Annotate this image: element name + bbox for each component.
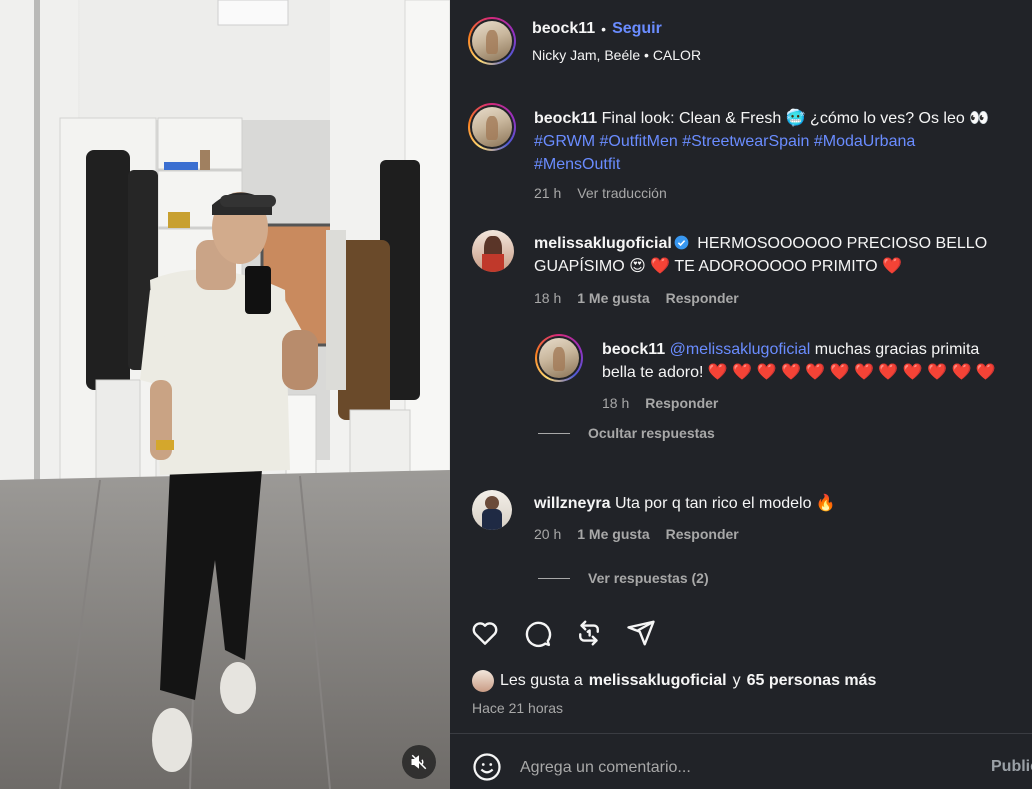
comment-text: Uta por q tan rico el modelo 🔥 <box>614 495 836 512</box>
hashtag[interactable]: #MensOutfit <box>534 156 620 173</box>
publish-button[interactable]: Publicar <box>991 758 1032 776</box>
caption-meta: 21 h Ver traducción <box>534 185 667 201</box>
mute-button[interactable] <box>402 745 436 779</box>
post-photo[interactable] <box>0 0 450 789</box>
action-bar <box>470 618 656 648</box>
hide-replies-toggle[interactable]: Ocultar respuestas <box>538 425 715 441</box>
author-username[interactable]: beock11 <box>532 20 595 38</box>
divider-line <box>538 577 570 579</box>
reply-avatar[interactable] <box>535 334 583 382</box>
hashtag[interactable]: #GRWM <box>534 133 595 150</box>
author-avatar[interactable] <box>468 17 516 65</box>
view-replies-toggle[interactable]: Ver respuestas (2) <box>538 570 709 586</box>
comment-meta: 18 h 1 Me gusta Responder <box>534 290 739 306</box>
hide-replies-label: Ocultar respuestas <box>588 425 715 441</box>
comment-meta: 20 h 1 Me gusta Responder <box>534 526 739 542</box>
comment-time[interactable]: 20 h <box>534 526 561 542</box>
reply: beock11 @melissaklugoficial muchas graci… <box>602 338 1012 384</box>
comment-likes[interactable]: 1 Me gusta <box>577 526 649 542</box>
see-translation-link[interactable]: Ver traducción <box>577 185 667 201</box>
likes-connector: y <box>732 672 741 689</box>
likes-summary: Les gusta a melissaklugoficial y 65 pers… <box>472 670 876 692</box>
speaker-muted-icon <box>410 753 428 771</box>
reply-meta: 18 h Responder <box>602 395 718 411</box>
comment: willzneyra Uta por q tan rico el modelo … <box>534 492 1004 515</box>
hashtag[interactable]: #OutfitMen <box>600 133 678 150</box>
comment-username[interactable]: willzneyra <box>534 495 610 512</box>
post-header: beock11 • Seguir Nicky Jam, Beéle • CALO… <box>450 0 1032 86</box>
comment-icon[interactable] <box>522 618 552 648</box>
post-time[interactable]: Hace 21 horas <box>472 700 563 716</box>
share-icon[interactable] <box>626 618 656 648</box>
post-details-panel: beock11 • Seguir Nicky Jam, Beéle • CALO… <box>450 0 1032 789</box>
likes-user[interactable]: melissaklugoficial <box>589 672 727 690</box>
reply-mention[interactable]: @melissaklugoficial <box>670 341 811 358</box>
liker-avatar[interactable] <box>472 670 494 692</box>
reply-button[interactable]: Responder <box>666 526 739 542</box>
photo-illustration <box>0 0 450 789</box>
reply-username[interactable]: beock11 <box>602 341 665 358</box>
comment: melissaklugoficial HERMOSOOOOOO PRECIOSO… <box>534 232 1004 278</box>
likes-others[interactable]: 65 personas más <box>747 672 877 690</box>
commenter-avatar[interactable] <box>472 490 512 530</box>
reply-time[interactable]: 18 h <box>602 395 629 411</box>
caption: beock11 Final look: Clean & Fresh 🥶 ¿cóm… <box>534 107 1018 176</box>
divider-line <box>538 432 570 434</box>
comment-input[interactable] <box>520 753 970 783</box>
caption-time[interactable]: 21 h <box>534 185 561 201</box>
header-separator: • <box>601 21 607 37</box>
verified-badge-icon <box>674 234 689 250</box>
likes-prefix: Les gusta a <box>500 672 583 689</box>
hashtag[interactable]: #StreetwearSpain <box>682 133 809 150</box>
heart-icon[interactable] <box>470 618 500 648</box>
caption-text: Final look: Clean & Fresh 🥶 ¿cómo lo ves… <box>601 110 990 127</box>
reply-button[interactable]: Responder <box>666 290 739 306</box>
hashtag[interactable]: #ModaUrbana <box>814 133 915 150</box>
caption-username[interactable]: beock11 <box>534 110 597 127</box>
comment-time[interactable]: 18 h <box>534 290 561 306</box>
comment-composer: Publicar <box>450 733 1032 789</box>
commenter-avatar[interactable] <box>472 230 514 272</box>
comment-likes[interactable]: 1 Me gusta <box>577 290 649 306</box>
audio-track-link[interactable]: Nicky Jam, Beéle • CALOR <box>532 47 701 63</box>
reply-button[interactable]: Responder <box>645 395 718 411</box>
repost-icon[interactable] <box>574 618 604 648</box>
follow-button[interactable]: Seguir <box>612 20 662 38</box>
emoji-icon[interactable] <box>472 752 502 782</box>
caption-avatar[interactable] <box>468 103 516 151</box>
view-replies-label: Ver respuestas (2) <box>588 570 709 586</box>
comment-username[interactable]: melissaklugoficial <box>534 235 672 252</box>
